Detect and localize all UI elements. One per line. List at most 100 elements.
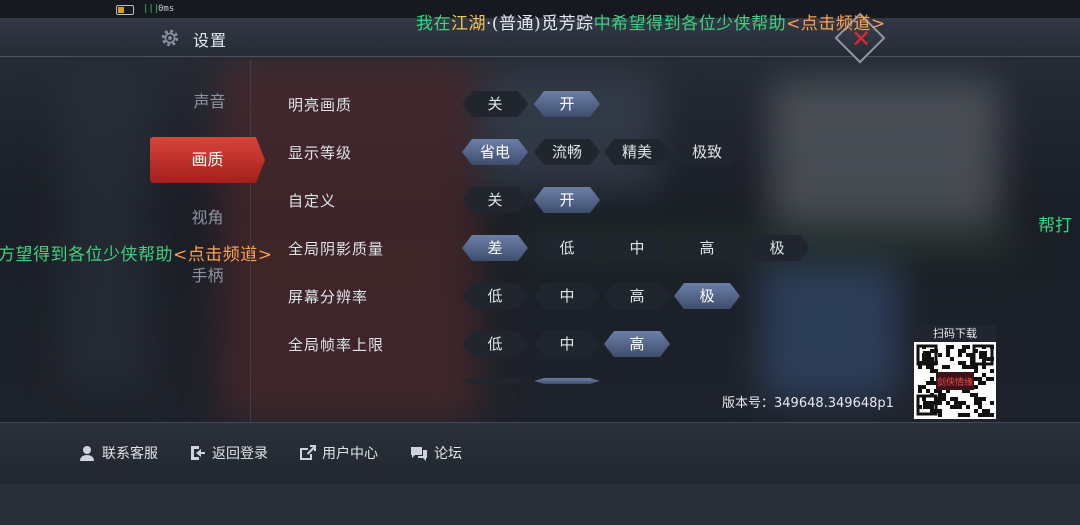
setting-option-button[interactable]: 中 bbox=[604, 235, 670, 261]
setting-option-button[interactable]: 精美 bbox=[604, 139, 670, 165]
qr-module bbox=[958, 401, 962, 405]
setting-option-button[interactable]: 中 bbox=[534, 331, 600, 357]
qr-module bbox=[978, 413, 982, 417]
setting-option-button[interactable]: 低 bbox=[462, 283, 528, 309]
qr-module bbox=[954, 397, 958, 401]
chat-segment: 方望得到各位少侠帮助 bbox=[0, 245, 173, 265]
setting-option-button[interactable]: 高 bbox=[674, 235, 740, 261]
qr-module bbox=[962, 413, 966, 417]
signal-icon: ||| bbox=[143, 4, 160, 14]
qr-module bbox=[918, 385, 922, 389]
qr-module bbox=[962, 365, 966, 369]
qr-module bbox=[978, 377, 982, 381]
qr-module bbox=[970, 365, 974, 369]
user-center-icon bbox=[300, 445, 316, 460]
setting-option-button[interactable]: 极 bbox=[744, 235, 810, 261]
qr-module bbox=[986, 413, 990, 417]
qr-module bbox=[990, 413, 994, 417]
setting-option-button[interactable]: 关 bbox=[462, 91, 528, 117]
return-login-icon bbox=[191, 446, 205, 460]
qr-module bbox=[942, 397, 946, 401]
bottom-strip bbox=[0, 484, 1080, 525]
footer-label: 返回登录 bbox=[212, 446, 268, 462]
setting-label: 自定义 bbox=[288, 192, 337, 210]
setting-option-button[interactable]: 极致 bbox=[674, 139, 740, 165]
forum-icon bbox=[411, 447, 427, 461]
sidebar-item-gamepad[interactable]: 手柄 bbox=[150, 253, 265, 299]
qr-module bbox=[942, 365, 946, 369]
user-center-button[interactable]: 用户中心 bbox=[298, 442, 378, 466]
qr-module bbox=[958, 349, 962, 353]
gear-icon bbox=[161, 29, 179, 47]
qr-module bbox=[974, 409, 978, 413]
qr-module bbox=[926, 389, 930, 393]
setting-option-button[interactable]: 差 bbox=[462, 235, 528, 261]
qr-module bbox=[958, 405, 962, 409]
qr-module bbox=[990, 369, 994, 373]
setting-option-button[interactable]: 省电 bbox=[462, 139, 528, 165]
qr-logo: 剑侠情缘 bbox=[937, 376, 973, 388]
sidebar-item-graphics[interactable]: 画质 bbox=[150, 137, 265, 183]
customer-service-button[interactable]: 联系客服 bbox=[78, 442, 158, 466]
qr-module bbox=[982, 373, 986, 377]
qr-module bbox=[978, 397, 982, 401]
qr-module bbox=[962, 345, 966, 349]
qr-module bbox=[978, 405, 982, 409]
qr-module bbox=[918, 389, 922, 393]
sidebar-item-view[interactable]: 视角 bbox=[150, 195, 265, 241]
setting-option-button[interactable]: 开 bbox=[534, 91, 600, 117]
qr-module bbox=[950, 345, 954, 349]
setting-option-button[interactable]: 开 bbox=[534, 187, 600, 213]
qr-module bbox=[986, 377, 990, 381]
qr-module bbox=[958, 361, 962, 365]
chat-segment: <点击频道> bbox=[786, 14, 886, 34]
return-login-button[interactable]: 返回登录 bbox=[188, 442, 268, 466]
qr-module bbox=[982, 397, 986, 401]
qr-module bbox=[946, 353, 950, 357]
setting-option-button-cutoff[interactable] bbox=[534, 378, 600, 384]
qr-module bbox=[938, 413, 942, 417]
qr-module bbox=[966, 413, 970, 417]
qr-module bbox=[974, 401, 978, 405]
qr-module bbox=[982, 409, 986, 413]
qr-module bbox=[930, 365, 934, 369]
setting-label: 屏幕分辨率 bbox=[288, 288, 369, 306]
qr-module bbox=[958, 413, 962, 417]
setting-option-button-cutoff[interactable] bbox=[462, 378, 528, 384]
setting-option-button[interactable]: 高 bbox=[604, 331, 670, 357]
setting-option-button[interactable]: 关 bbox=[462, 187, 528, 213]
setting-option-button[interactable]: 低 bbox=[462, 331, 528, 357]
qr-module bbox=[930, 409, 934, 413]
setting-option-button[interactable]: 中 bbox=[534, 283, 600, 309]
qr-module bbox=[962, 349, 966, 353]
setting-label: 显示等级 bbox=[288, 144, 353, 162]
qr-module bbox=[946, 349, 950, 353]
qr-module bbox=[966, 353, 970, 357]
page-title: 设置 bbox=[193, 31, 228, 50]
qr-module bbox=[954, 401, 958, 405]
qr-module bbox=[938, 393, 942, 397]
setting-option-button[interactable]: 极 bbox=[674, 283, 740, 309]
qr-module bbox=[938, 353, 942, 357]
chat-segment: 中希望得到各位少侠帮助 bbox=[593, 14, 787, 34]
qr-module bbox=[930, 369, 934, 373]
footer-label: 用户中心 bbox=[322, 446, 378, 462]
sidebar-item-sound[interactable]: 声音 bbox=[152, 79, 267, 125]
qr-module bbox=[930, 381, 934, 385]
forum-button[interactable]: 论坛 bbox=[410, 442, 462, 466]
qr-module bbox=[938, 397, 942, 401]
setting-option-button[interactable]: 低 bbox=[534, 235, 600, 261]
chat-segment: 江湖 bbox=[451, 14, 486, 34]
chat-scroll-message[interactable]: 我在江湖·(普通)觅芳踪中希望得到各位少侠帮助<点击频道> bbox=[416, 9, 886, 34]
qr-module bbox=[974, 377, 978, 381]
battery-icon bbox=[116, 5, 134, 15]
qr-module bbox=[982, 381, 986, 385]
chat-scroll-message-3[interactable]: 帮打 bbox=[1038, 211, 1072, 236]
footer-label: 论坛 bbox=[434, 446, 462, 462]
setting-option-button[interactable]: 高 bbox=[604, 283, 670, 309]
qr-module bbox=[958, 353, 962, 357]
qr-module bbox=[938, 409, 942, 413]
setting-option-button[interactable]: 流畅 bbox=[534, 139, 600, 165]
qr-module bbox=[966, 405, 970, 409]
qr-module bbox=[938, 401, 942, 405]
